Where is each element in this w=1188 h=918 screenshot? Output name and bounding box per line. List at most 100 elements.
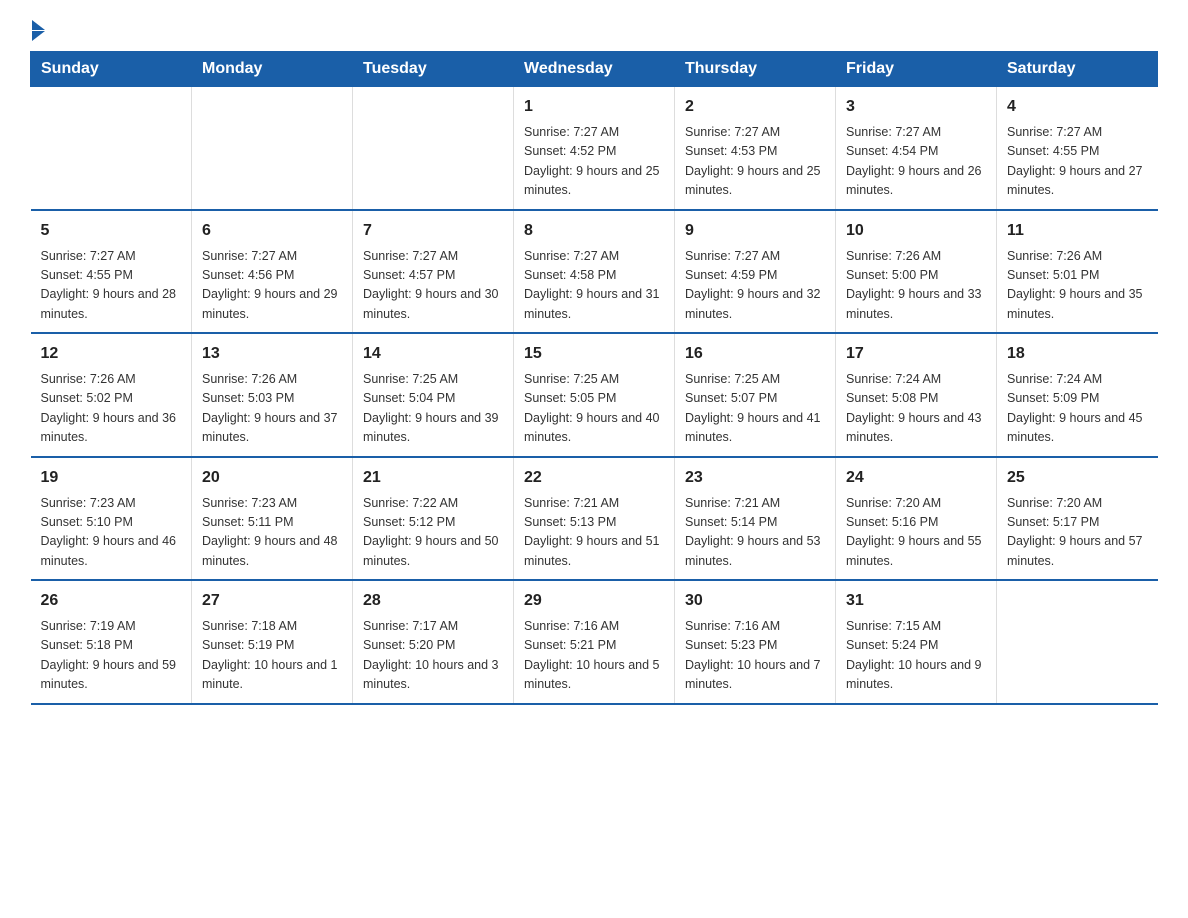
day-number: 19 bbox=[41, 466, 182, 490]
calendar-table: SundayMondayTuesdayWednesdayThursdayFrid… bbox=[30, 51, 1158, 705]
day-number: 3 bbox=[846, 95, 986, 119]
day-info: Sunrise: 7:27 AM Sunset: 4:53 PM Dayligh… bbox=[685, 123, 825, 201]
day-number: 24 bbox=[846, 466, 986, 490]
calendar-cell-w1-d1 bbox=[31, 87, 192, 210]
week-row-4: 19Sunrise: 7:23 AM Sunset: 5:10 PM Dayli… bbox=[31, 457, 1158, 581]
day-number: 6 bbox=[202, 219, 342, 243]
day-info: Sunrise: 7:20 AM Sunset: 5:17 PM Dayligh… bbox=[1007, 494, 1148, 572]
day-number: 16 bbox=[685, 342, 825, 366]
logo bbox=[30, 20, 45, 41]
week-row-2: 5 Sunrise: 7:27 AM Sunset: 4:55 PM Daylig… bbox=[31, 210, 1158, 334]
calendar-cell-w5-d5: 30 Sunrise: 7:16 AM Sunset: 5:23 PM Dayli… bbox=[675, 580, 836, 704]
calendar-cell-w5-d3: 28 Sunrise: 7:17 AM Sunset: 5:20 PM Dayli… bbox=[353, 580, 514, 704]
day-number: 12 bbox=[41, 342, 182, 366]
day-info: Sunrise: 7:24 AM Sunset: 5:09 PM Dayligh… bbox=[1007, 370, 1148, 448]
calendar-cell-w5-d7 bbox=[997, 580, 1158, 704]
day-info: Sunrise: 7:25 AM Sunset: 5:04 PM Dayligh… bbox=[363, 370, 503, 448]
calendar-cell-w5-d2: 27Sunrise: 7:18 AM Sunset: 5:19 PM Dayli… bbox=[192, 580, 353, 704]
day-number: 25 bbox=[1007, 466, 1148, 490]
calendar-cell-w2-d5: 9 Sunrise: 7:27 AM Sunset: 4:59 PM Daylig… bbox=[675, 210, 836, 334]
day-number: 29 bbox=[524, 589, 664, 613]
day-info: Sunrise: 7:27 AM Sunset: 4:57 PM Dayligh… bbox=[363, 247, 503, 325]
day-info: Sunrise: 7:24 AM Sunset: 5:08 PM Dayligh… bbox=[846, 370, 986, 448]
header-thursday: Thursday bbox=[675, 52, 836, 87]
day-number: 17 bbox=[846, 342, 986, 366]
day-number: 31 bbox=[846, 589, 986, 613]
header-friday: Friday bbox=[836, 52, 997, 87]
day-number: 23 bbox=[685, 466, 825, 490]
calendar-cell-w5-d1: 26 Sunrise: 7:19 AM Sunset: 5:18 PM Dayli… bbox=[31, 580, 192, 704]
calendar-cell-w1-d6: 3 Sunrise: 7:27 AM Sunset: 4:54 PM Daylig… bbox=[836, 87, 997, 210]
calendar-cell-w1-d3 bbox=[353, 87, 514, 210]
day-number: 18 bbox=[1007, 342, 1148, 366]
day-number: 9 bbox=[685, 219, 825, 243]
calendar-cell-w4-d1: 19Sunrise: 7:23 AM Sunset: 5:10 PM Dayli… bbox=[31, 457, 192, 581]
calendar-cell-w1-d4: 1 Sunrise: 7:27 AM Sunset: 4:52 PM Daylig… bbox=[514, 87, 675, 210]
header-saturday: Saturday bbox=[997, 52, 1158, 87]
day-number: 1 bbox=[524, 95, 664, 119]
day-info: Sunrise: 7:25 AM Sunset: 5:07 PM Dayligh… bbox=[685, 370, 825, 448]
day-info: Sunrise: 7:21 AM Sunset: 5:14 PM Dayligh… bbox=[685, 494, 825, 572]
day-info: Sunrise: 7:16 AM Sunset: 5:21 PM Dayligh… bbox=[524, 617, 664, 695]
day-info: Sunrise: 7:27 AM Sunset: 4:55 PM Dayligh… bbox=[41, 247, 182, 325]
page-header bbox=[30, 20, 1158, 41]
header-monday: Monday bbox=[192, 52, 353, 87]
calendar-body: 1 Sunrise: 7:27 AM Sunset: 4:52 PM Daylig… bbox=[31, 87, 1158, 704]
day-info: Sunrise: 7:17 AM Sunset: 5:20 PM Dayligh… bbox=[363, 617, 503, 695]
header-tuesday: Tuesday bbox=[353, 52, 514, 87]
days-of-week-row: SundayMondayTuesdayWednesdayThursdayFrid… bbox=[31, 52, 1158, 87]
day-info: Sunrise: 7:25 AM Sunset: 5:05 PM Dayligh… bbox=[524, 370, 664, 448]
calendar-cell-w4-d4: 22Sunrise: 7:21 AM Sunset: 5:13 PM Dayli… bbox=[514, 457, 675, 581]
calendar-cell-w3-d5: 16 Sunrise: 7:25 AM Sunset: 5:07 PM Dayli… bbox=[675, 333, 836, 457]
day-number: 4 bbox=[1007, 95, 1148, 119]
day-info: Sunrise: 7:16 AM Sunset: 5:23 PM Dayligh… bbox=[685, 617, 825, 695]
day-info: Sunrise: 7:19 AM Sunset: 5:18 PM Dayligh… bbox=[41, 617, 182, 695]
day-number: 2 bbox=[685, 95, 825, 119]
day-number: 5 bbox=[41, 219, 182, 243]
day-number: 13 bbox=[202, 342, 342, 366]
week-row-3: 12 Sunrise: 7:26 AM Sunset: 5:02 PM Dayli… bbox=[31, 333, 1158, 457]
calendar-cell-w1-d7: 4Sunrise: 7:27 AM Sunset: 4:55 PM Daylig… bbox=[997, 87, 1158, 210]
week-row-5: 26 Sunrise: 7:19 AM Sunset: 5:18 PM Dayli… bbox=[31, 580, 1158, 704]
day-number: 28 bbox=[363, 589, 503, 613]
day-info: Sunrise: 7:20 AM Sunset: 5:16 PM Dayligh… bbox=[846, 494, 986, 572]
day-number: 26 bbox=[41, 589, 182, 613]
calendar-cell-w1-d2 bbox=[192, 87, 353, 210]
calendar-cell-w3-d1: 12 Sunrise: 7:26 AM Sunset: 5:02 PM Dayli… bbox=[31, 333, 192, 457]
day-number: 14 bbox=[363, 342, 503, 366]
day-number: 11 bbox=[1007, 219, 1148, 243]
day-info: Sunrise: 7:26 AM Sunset: 5:01 PM Dayligh… bbox=[1007, 247, 1148, 325]
day-number: 15 bbox=[524, 342, 664, 366]
day-info: Sunrise: 7:26 AM Sunset: 5:03 PM Dayligh… bbox=[202, 370, 342, 448]
calendar-cell-w3-d4: 15 Sunrise: 7:25 AM Sunset: 5:05 PM Dayli… bbox=[514, 333, 675, 457]
calendar-cell-w5-d4: 29 Sunrise: 7:16 AM Sunset: 5:21 PM Dayli… bbox=[514, 580, 675, 704]
calendar-cell-w4-d5: 23 Sunrise: 7:21 AM Sunset: 5:14 PM Dayli… bbox=[675, 457, 836, 581]
day-number: 8 bbox=[524, 219, 664, 243]
header-wednesday: Wednesday bbox=[514, 52, 675, 87]
day-number: 30 bbox=[685, 589, 825, 613]
day-number: 22 bbox=[524, 466, 664, 490]
week-row-1: 1 Sunrise: 7:27 AM Sunset: 4:52 PM Daylig… bbox=[31, 87, 1158, 210]
day-info: Sunrise: 7:18 AM Sunset: 5:19 PM Dayligh… bbox=[202, 617, 342, 695]
day-number: 10 bbox=[846, 219, 986, 243]
day-info: Sunrise: 7:27 AM Sunset: 4:56 PM Dayligh… bbox=[202, 247, 342, 325]
calendar-cell-w2-d7: 11 Sunrise: 7:26 AM Sunset: 5:01 PM Dayli… bbox=[997, 210, 1158, 334]
calendar-cell-w2-d2: 6 Sunrise: 7:27 AM Sunset: 4:56 PM Daylig… bbox=[192, 210, 353, 334]
calendar-cell-w4-d2: 20Sunrise: 7:23 AM Sunset: 5:11 PM Dayli… bbox=[192, 457, 353, 581]
calendar-cell-w4-d6: 24 Sunrise: 7:20 AM Sunset: 5:16 PM Dayli… bbox=[836, 457, 997, 581]
day-number: 21 bbox=[363, 466, 503, 490]
day-info: Sunrise: 7:26 AM Sunset: 5:00 PM Dayligh… bbox=[846, 247, 986, 325]
day-info: Sunrise: 7:27 AM Sunset: 4:59 PM Dayligh… bbox=[685, 247, 825, 325]
day-info: Sunrise: 7:26 AM Sunset: 5:02 PM Dayligh… bbox=[41, 370, 182, 448]
calendar-cell-w2-d6: 10 Sunrise: 7:26 AM Sunset: 5:00 PM Dayli… bbox=[836, 210, 997, 334]
calendar-cell-w3-d7: 18 Sunrise: 7:24 AM Sunset: 5:09 PM Dayli… bbox=[997, 333, 1158, 457]
calendar-cell-w4-d7: 25 Sunrise: 7:20 AM Sunset: 5:17 PM Dayli… bbox=[997, 457, 1158, 581]
calendar-cell-w3-d6: 17 Sunrise: 7:24 AM Sunset: 5:08 PM Dayli… bbox=[836, 333, 997, 457]
calendar-cell-w2-d4: 8 Sunrise: 7:27 AM Sunset: 4:58 PM Daylig… bbox=[514, 210, 675, 334]
calendar-cell-w1-d5: 2 Sunrise: 7:27 AM Sunset: 4:53 PM Daylig… bbox=[675, 87, 836, 210]
day-info: Sunrise: 7:27 AM Sunset: 4:52 PM Dayligh… bbox=[524, 123, 664, 201]
day-info: Sunrise: 7:15 AM Sunset: 5:24 PM Dayligh… bbox=[846, 617, 986, 695]
day-info: Sunrise: 7:27 AM Sunset: 4:58 PM Dayligh… bbox=[524, 247, 664, 325]
day-info: Sunrise: 7:27 AM Sunset: 4:54 PM Dayligh… bbox=[846, 123, 986, 201]
calendar-cell-w3-d3: 14 Sunrise: 7:25 AM Sunset: 5:04 PM Dayli… bbox=[353, 333, 514, 457]
